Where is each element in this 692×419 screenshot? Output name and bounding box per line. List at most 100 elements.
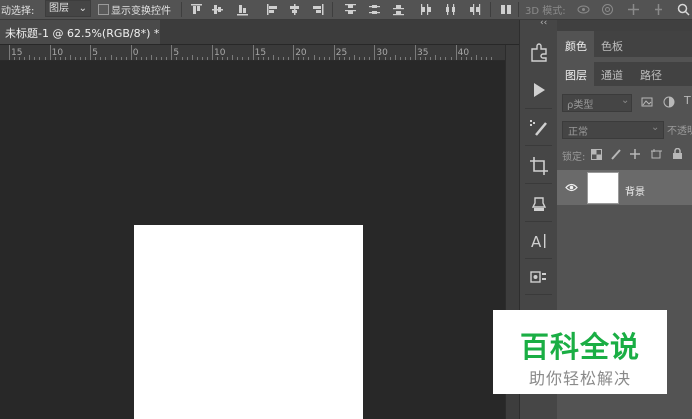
ruler-minor-tick — [24, 57, 26, 60]
ruler-minor-tick — [34, 57, 36, 60]
ruler-minor-tick — [303, 57, 305, 60]
3d-slide-icon[interactable] — [652, 3, 665, 16]
divider — [518, 2, 519, 17]
tab-paths[interactable]: 路径 — [640, 67, 662, 83]
auto-align-icon[interactable] — [500, 3, 513, 16]
lock-position-icon[interactable] — [629, 148, 641, 160]
image-filter-icon[interactable] — [641, 96, 653, 108]
ruler-major-tick — [90, 45, 92, 60]
ruler-minor-tick — [425, 57, 427, 60]
horizontal-ruler[interactable]: 15 10 5 0 5 10 15 20 25 30 35 40 — [0, 45, 505, 61]
distribute-left-icon[interactable] — [420, 3, 433, 16]
ruler-minor-tick — [435, 55, 437, 60]
properties-icon[interactable] — [528, 267, 550, 289]
ruler-major-tick — [333, 45, 335, 60]
document-canvas[interactable] — [134, 225, 363, 419]
character-icon[interactable]: A — [528, 230, 550, 252]
ruler-major-tick — [455, 45, 457, 60]
ruler-minor-tick — [247, 57, 249, 60]
auto-select-label: 动选择: — [1, 6, 35, 17]
ruler-minor-tick — [460, 57, 462, 60]
ruler-label: 10 — [51, 48, 64, 58]
layer-filter-dropdown[interactable]: ρ类型 ⌄ — [562, 94, 632, 112]
ruler-minor-tick — [64, 57, 66, 60]
crop-icon[interactable] — [528, 155, 550, 177]
show-transform-checkbox[interactable] — [98, 4, 109, 15]
align-bottom-icon[interactable] — [236, 3, 249, 16]
plugin-icon[interactable] — [528, 41, 550, 63]
ruler-minor-tick — [237, 57, 239, 60]
align-right-icon[interactable] — [311, 3, 324, 16]
blend-mode-value: 正常 — [568, 127, 588, 138]
ruler-minor-tick — [206, 57, 208, 60]
layer-name: 背景 — [625, 187, 645, 198]
ruler-minor-tick — [39, 57, 41, 60]
ruler-minor-tick — [379, 57, 381, 60]
ruler-major-tick — [374, 45, 376, 60]
play-icon[interactable] — [528, 79, 550, 101]
blend-mode-dropdown[interactable]: 正常 ⌄ — [562, 121, 664, 139]
align-vcenter-icon[interactable] — [211, 3, 224, 16]
auto-select-dropdown[interactable]: 图层 ⌄ — [45, 0, 91, 17]
align-hcenter-icon[interactable] — [288, 3, 301, 16]
ruler-minor-tick — [298, 57, 300, 60]
layers-panel-tabs: 图层 通道 路径 — [557, 62, 692, 86]
ruler-minor-tick — [166, 57, 168, 60]
brush-preset-icon[interactable] — [528, 117, 550, 139]
document-tab[interactable]: 未标题-1 @ 62.5%(RGB/8*) * — [0, 20, 160, 44]
ruler-minor-tick — [95, 57, 97, 60]
ruler-minor-tick — [338, 57, 340, 60]
ruler-label: 25 — [335, 48, 348, 58]
adjustment-filter-icon[interactable] — [663, 96, 675, 108]
tab-layers[interactable]: 图层 — [565, 67, 587, 83]
distribute-right-icon[interactable] — [468, 3, 481, 16]
search-icon[interactable] — [677, 3, 690, 16]
ruler-minor-tick — [354, 55, 356, 60]
lock-artboard-icon[interactable] — [650, 148, 663, 160]
ruler-minor-tick — [318, 57, 320, 60]
align-left-icon[interactable] — [266, 3, 279, 16]
lock-pixels-icon[interactable] — [610, 148, 622, 160]
clone-source-icon[interactable] — [528, 193, 550, 215]
type-filter-icon[interactable]: T — [684, 94, 691, 107]
ruler-major-tick — [9, 45, 10, 60]
ruler-minor-tick — [69, 55, 71, 60]
ruler-minor-tick — [222, 57, 224, 60]
watermark: 百科全说 助你轻松解决 — [493, 310, 667, 394]
ruler-label: 20 — [295, 48, 307, 58]
ruler-minor-tick — [125, 57, 127, 60]
ruler-minor-tick — [44, 57, 46, 60]
ruler-minor-tick — [201, 57, 203, 60]
3d-pan-icon[interactable] — [627, 3, 640, 16]
divider — [525, 108, 552, 109]
show-transform-label: 显示变换控件 — [111, 6, 171, 17]
ruler-minor-tick — [115, 57, 117, 60]
tab-swatches[interactable]: 色板 — [601, 38, 623, 54]
distribute-hcenter-icon[interactable] — [444, 3, 457, 16]
ruler-minor-tick — [465, 57, 467, 60]
collapse-panels-icon[interactable]: ‹‹ — [540, 18, 547, 28]
3d-orbit-icon[interactable] — [577, 3, 590, 16]
tab-color[interactable]: 颜色 — [565, 38, 587, 54]
lock-transparent-icon[interactable] — [591, 149, 602, 160]
lock-all-icon[interactable] — [672, 148, 683, 160]
ruler-minor-tick — [161, 57, 163, 60]
ruler-minor-tick — [491, 57, 493, 60]
3d-roll-icon[interactable] — [601, 3, 614, 16]
ruler-minor-tick — [257, 57, 259, 60]
distribute-vcenter-icon[interactable] — [368, 3, 381, 16]
tab-channels[interactable]: 通道 — [601, 67, 623, 83]
ruler-minor-tick — [232, 55, 234, 60]
ruler-minor-tick — [480, 57, 482, 60]
divider — [181, 2, 182, 17]
distribute-top-icon[interactable] — [344, 3, 357, 16]
visibility-eye-icon[interactable] — [565, 183, 578, 192]
ruler-minor-tick — [394, 55, 396, 60]
divider — [525, 221, 552, 222]
divider — [525, 258, 552, 259]
align-top-icon[interactable] — [190, 3, 203, 16]
divider — [525, 145, 552, 146]
distribute-bottom-icon[interactable] — [392, 3, 405, 16]
ruler-minor-tick — [384, 57, 386, 60]
ruler-minor-tick — [262, 57, 264, 60]
